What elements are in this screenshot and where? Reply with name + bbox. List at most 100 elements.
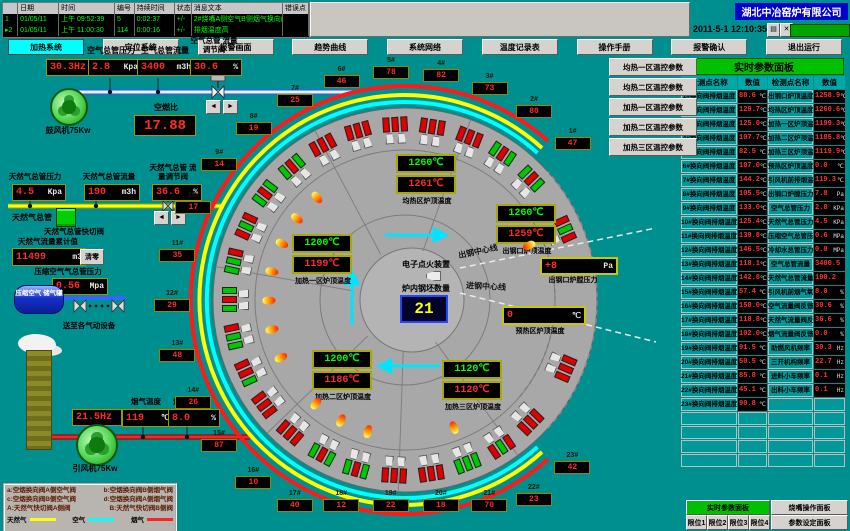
menu-button-温度记录表[interactable]: 温度记录表 [482, 39, 558, 55]
air-valve-close-button[interactable]: ◄ [206, 100, 221, 114]
legend-line-item: 空气 [72, 514, 114, 524]
gas-total-clear-button[interactable]: 清零 [80, 249, 104, 265]
parameter-value-cell [738, 454, 767, 467]
burner-plate: 19#22 [371, 490, 411, 512]
footer-button-limit-4[interactable]: 限位4 [749, 515, 770, 530]
parameter-value-cell [814, 426, 845, 439]
gas-valve-close-button[interactable]: ◄ [154, 211, 169, 225]
gas-flow-led: 190m3h [84, 184, 140, 201]
parameter-row: 23#换向阀排烟温度90.8℃ [681, 398, 846, 411]
footer-button-realtime-panel[interactable]: 实时参数面板 [686, 500, 770, 515]
zone-actual-led: 1186℃ [312, 371, 372, 390]
gas-flow-label: 天然气总管流量 [80, 172, 138, 182]
legend-line-item: 烟气 [131, 514, 173, 524]
alarm-row[interactable]: 101/05/11上午 09:52:3950:02:37+/-2#烧嘴A侧空气B… [3, 14, 309, 25]
burner-body-icon [431, 135, 442, 147]
footer-button-limit-2[interactable]: 限位2 [707, 515, 728, 530]
pneumatic-dist-label: 送至各气动设备 [54, 321, 124, 331]
billet-count-label: 炉内钢坯数量 [392, 284, 460, 294]
burner-plate: 16#10 [233, 467, 273, 489]
burner-plate: 11#35 [157, 240, 197, 262]
parameter-name-cell: 加热一区炉顶温度 [768, 118, 813, 131]
parameter-name-cell: 空气总管流量 [768, 258, 813, 271]
compair-pressure-label: 压缩空气气总管压力 [24, 267, 112, 277]
burner-plate: 20#18 [421, 490, 461, 512]
menu-button-报警确认[interactable]: 报警确认 [671, 39, 747, 55]
parameter-row: 9#换向阀排烟温度133.0℃空气总管压力2.8KPa [681, 202, 846, 215]
parameter-header-row: 检测点名称数值检测点名称数值 [681, 76, 846, 89]
menu-button-加热系统[interactable]: 加热系统 [8, 39, 84, 55]
footer-button-limit-1[interactable]: 限位1 [686, 515, 707, 530]
parameter-name-cell: 14#换向阀排烟温度 [681, 272, 737, 285]
zone-temp-label: 均热区炉顶温度 [396, 196, 458, 206]
printer-icon[interactable]: ▤ [767, 23, 780, 37]
parameter-row: 10#换向阀排烟温度125.4℃天然气总管压力4.5KPa [681, 216, 846, 229]
zone-param-button[interactable]: 加热一区温控参数 [609, 98, 697, 116]
parameter-value-cell: 57.4℃ [738, 286, 767, 299]
legend-entry: A:天然气快切阀A侧阀 [7, 504, 71, 513]
gas-quick-cut-valve-icon[interactable] [56, 208, 76, 227]
zone-actual-led: 1199℃ [292, 255, 352, 274]
parameter-column-header: 数值 [738, 76, 767, 89]
company-banner: 湖北中冶窑炉有限公司 [735, 3, 848, 20]
parameter-name-cell: 12#换向阀排烟温度 [681, 244, 737, 257]
alarm-column-header: 时间 [59, 3, 115, 14]
valve-bar [227, 341, 243, 351]
footer-button-limit-3[interactable]: 限位3 [728, 515, 749, 530]
zone-param-button[interactable]: 加热二区温控参数 [609, 118, 697, 136]
burner-number-label: 19# [371, 490, 411, 498]
burner-value-led: 14 [201, 158, 237, 171]
parameter-row: 22#换向阀排烟温度45.1℃出料小车频率0.1Hz [681, 384, 846, 397]
alarm-cell: 01/05/11 [18, 25, 59, 36]
parameter-value-cell [738, 426, 767, 439]
parameter-row: 13#换向阀排烟温度118.1℃空气总管流量3400.5 [681, 258, 846, 271]
valve-bar [399, 468, 407, 483]
zone-temp-label: 加热三区炉顶温度 [442, 402, 504, 412]
valve-bar [222, 287, 237, 294]
burner-number-label: 13# [157, 340, 197, 348]
burner-value-led: 78 [373, 66, 409, 79]
burner-number-label: 11# [157, 240, 197, 248]
parameter-name-cell: 7#换向阀排烟温度 [681, 174, 737, 187]
burner-valve-cluster [414, 453, 448, 483]
blower-fan-icon [50, 88, 88, 126]
zone-temp-display: 1260℃1261℃均热区炉顶温度 [396, 154, 458, 206]
burner-body-icon [242, 254, 255, 265]
flue-temp-led: 119℃ [122, 409, 174, 427]
parameter-row: 3#换向阀排烟温度125.0℃加热一区炉顶温度1199.3℃ [681, 118, 846, 131]
legend-entry: a:空烟换向阀A侧空气阀 [7, 486, 76, 495]
parameter-row: 15#换向阀排烟温度57.4℃引风机前烟气氧含量8.0% [681, 286, 846, 299]
alarm-column-header [3, 3, 18, 14]
zone-param-button[interactable]: 加热三区温控参数 [609, 138, 697, 156]
menu-button-操作手册[interactable]: 操作手册 [577, 39, 653, 55]
footer-button-setting-panel[interactable]: 参数设定面板 [771, 515, 848, 530]
menu-button-趋势曲线[interactable]: 趋势曲线 [292, 39, 368, 55]
footer-button-burner-panel[interactable]: 烧嘴操作面板 [771, 500, 848, 515]
burner-bodies [380, 132, 411, 145]
alarm-row[interactable]: ▸201/05/11上午 11:00:301140:00:16+/-排烟温度高 [3, 25, 309, 36]
air-valve-label: 空气总管 流量调节阀 [190, 36, 238, 54]
burner-number-label: 9# [199, 149, 239, 157]
burner-valve-cluster [379, 456, 411, 484]
compressed-air-tank: 压缩空气 储气罐 [14, 285, 64, 314]
parameter-column-header: 检测点名称 [768, 76, 813, 89]
burner-plate: 21#70 [469, 490, 509, 512]
zone-temp-label: 加热一区炉顶温度 [292, 276, 354, 286]
menu-button-退出运行[interactable]: 退出运行 [766, 39, 842, 55]
burner-number-label: 3# [470, 73, 510, 81]
burner-plate: 1#47 [553, 128, 593, 150]
zone-param-button[interactable]: 均热二区温控参数 [609, 78, 697, 96]
parameter-row: 11#换向阀排烟温度139.8℃压缩空气总管压力0.6MPa [681, 230, 846, 243]
legend-entry: B:天然气快切阀B侧阀 [109, 504, 173, 513]
legend-line-swatch [88, 518, 114, 521]
parameter-name-cell [768, 426, 813, 439]
menu-button-系统网络[interactable]: 系统网络 [387, 39, 463, 55]
burner-value-led: 70 [471, 499, 507, 512]
parameter-value-cell: 1119.9℃ [814, 146, 845, 159]
alarm-cell: 0:00:16 [135, 25, 175, 36]
parameter-value-cell [814, 398, 845, 411]
parameter-name-cell: 三开机构频率 [768, 356, 813, 369]
parameter-row: 19#换向阀排烟温度91.5℃助燃风机频率30.3Hz [681, 342, 846, 355]
valve-bar [391, 117, 399, 132]
zone-param-button[interactable]: 均热一区温控参数 [609, 58, 697, 76]
